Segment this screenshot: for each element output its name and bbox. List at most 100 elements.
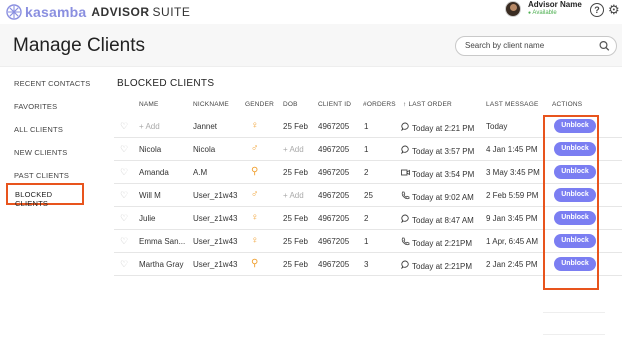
gender-icon: ♂ — [251, 189, 259, 200]
client-dob: 25 Feb — [283, 122, 308, 131]
client-nickname: User_z1w43 — [193, 260, 238, 269]
search-input[interactable]: Search by client name — [455, 36, 617, 56]
last-order: Today at 3:54 PM — [412, 170, 475, 179]
brand-suite: SUITE — [152, 5, 191, 19]
col-dob[interactable]: DOB — [283, 101, 298, 108]
sidebar-item-all-clients[interactable]: ALL CLIENTS — [14, 125, 63, 134]
client-name: Nicola — [139, 145, 162, 154]
last-message: 2 Jan 2:45 PM — [486, 260, 538, 269]
brand-name: kasamba — [25, 4, 87, 20]
client-id: 4967205 — [318, 145, 350, 154]
order-count: 2 — [364, 214, 369, 223]
last-order: Today at 3:57 PM — [412, 147, 475, 156]
last-message: 4 Jan 1:45 PM — [486, 145, 538, 154]
divider — [543, 312, 605, 313]
last-message: Today — [486, 122, 508, 131]
favorite-heart-icon[interactable]: ♡ — [120, 167, 128, 178]
gender-icon: ♀ — [251, 235, 259, 246]
logo[interactable]: kasamba ADVISOR SUITE — [6, 4, 190, 20]
last-order: Today at 9:02 AM — [412, 193, 474, 202]
gender-icon: ♀ — [251, 212, 259, 223]
actions-highlight — [543, 115, 599, 290]
gender-icon: ♀ — [251, 120, 259, 131]
client-nickname: A.M — [193, 168, 208, 177]
chat-icon — [401, 122, 410, 133]
gender-icon: ⚲ — [251, 258, 259, 269]
order-count: 25 — [364, 191, 373, 200]
favorite-heart-icon[interactable]: ♡ — [120, 236, 128, 247]
client-name: Amanda — [139, 168, 169, 177]
col-actions: ACTIONS — [552, 101, 583, 108]
last-message: 2 Feb 5:59 PM — [486, 191, 539, 200]
gender-icon: ⚲ — [251, 166, 259, 177]
section-title: BLOCKED CLIENTS — [117, 78, 215, 89]
col-name[interactable]: NAME — [139, 101, 159, 108]
client-name: Will M — [139, 191, 161, 200]
divider — [543, 334, 605, 335]
advisor-profile[interactable]: Advisor Name Available — [505, 0, 582, 18]
order-count: 1 — [364, 145, 369, 154]
search-icon[interactable] — [599, 39, 610, 53]
col-gender[interactable]: GENDER — [245, 101, 274, 108]
client-nickname: Nicola — [193, 145, 216, 154]
client-dob: 25 Feb — [283, 214, 308, 223]
client-nickname: User_z1w43 — [193, 237, 238, 246]
col-last-message[interactable]: LAST MESSAGE — [486, 101, 539, 108]
last-message: 1 Apr, 6:45 AM — [486, 237, 539, 246]
kasamba-logo-icon — [6, 4, 22, 20]
avatar[interactable] — [505, 1, 521, 17]
col-last-order[interactable]: ↑ LAST ORDER — [403, 101, 452, 108]
favorite-heart-icon[interactable]: ♡ — [120, 190, 128, 201]
client-name[interactable]: + Add — [139, 122, 160, 131]
client-nickname: User_z1w43 — [193, 214, 238, 223]
sidebar-item-blocked-clients[interactable]: BLOCKED CLIENTS — [6, 183, 84, 208]
advisor-name: Advisor Name — [528, 0, 582, 9]
col-client-id[interactable]: CLIENT ID — [318, 101, 351, 108]
sidebar-item-favorites[interactable]: FAVORITES — [14, 102, 57, 111]
order-count: 1 — [364, 122, 369, 131]
client-name: Emma San... — [139, 237, 186, 246]
advisor-status: Available — [528, 9, 582, 18]
phone-icon — [401, 191, 410, 202]
last-message: 3 May 3:45 PM — [486, 168, 540, 177]
last-order: Today at 8:47 AM — [412, 216, 474, 225]
sidebar-item-new-clients[interactable]: NEW CLIENTS — [14, 148, 67, 157]
order-count: 3 — [364, 260, 369, 269]
favorite-heart-icon[interactable]: ♡ — [120, 121, 128, 132]
sidebar-item-recent-contacts[interactable]: RECENT CONTACTS — [14, 79, 90, 88]
col-orders[interactable]: #ORDERS — [363, 101, 396, 108]
last-order: Today at 2:21 PM — [412, 124, 475, 133]
brand-advisor: ADVISOR — [91, 5, 150, 19]
search-placeholder: Search by client name — [465, 41, 545, 50]
help-icon[interactable]: ? — [590, 3, 604, 17]
table-header: NAME NICKNAME GENDER DOB CLIENT ID #ORDE… — [105, 101, 622, 113]
chat-icon — [401, 145, 410, 156]
client-nickname: Jannet — [193, 122, 218, 131]
chat-icon — [401, 260, 410, 271]
top-bar: kasamba ADVISOR SUITE Advisor Name Avail… — [0, 0, 622, 24]
client-id: 4967205 — [318, 260, 350, 269]
favorite-heart-icon[interactable]: ♡ — [120, 144, 128, 155]
gear-icon[interactable]: ⚙ — [608, 2, 622, 18]
favorite-heart-icon[interactable]: ♡ — [120, 213, 128, 224]
client-dob: 25 Feb — [283, 260, 308, 269]
sidebar: RECENT CONTACTS FAVORITES ALL CLIENTS NE… — [0, 67, 105, 342]
col-nickname[interactable]: NICKNAME — [193, 101, 229, 108]
page-title: Manage Clients — [13, 35, 146, 56]
favorite-heart-icon[interactable]: ♡ — [120, 259, 128, 270]
last-order: Today at 2:21PM — [412, 239, 473, 248]
gender-icon: ♂ — [251, 143, 259, 154]
client-dob: 25 Feb — [283, 237, 308, 246]
client-id: 4967205 — [318, 214, 350, 223]
client-id: 4967205 — [318, 191, 350, 200]
client-dob: 25 Feb — [283, 168, 308, 177]
sidebar-item-past-clients[interactable]: PAST CLIENTS — [14, 171, 69, 180]
client-dob[interactable]: + Add — [283, 145, 304, 154]
last-message: 9 Jan 3:45 PM — [486, 214, 538, 223]
order-count: 2 — [364, 168, 369, 177]
client-id: 4967205 — [318, 237, 350, 246]
video-icon — [401, 169, 410, 179]
client-id: 4967205 — [318, 168, 350, 177]
client-dob[interactable]: + Add — [283, 191, 304, 200]
client-name: Julie — [139, 214, 156, 223]
